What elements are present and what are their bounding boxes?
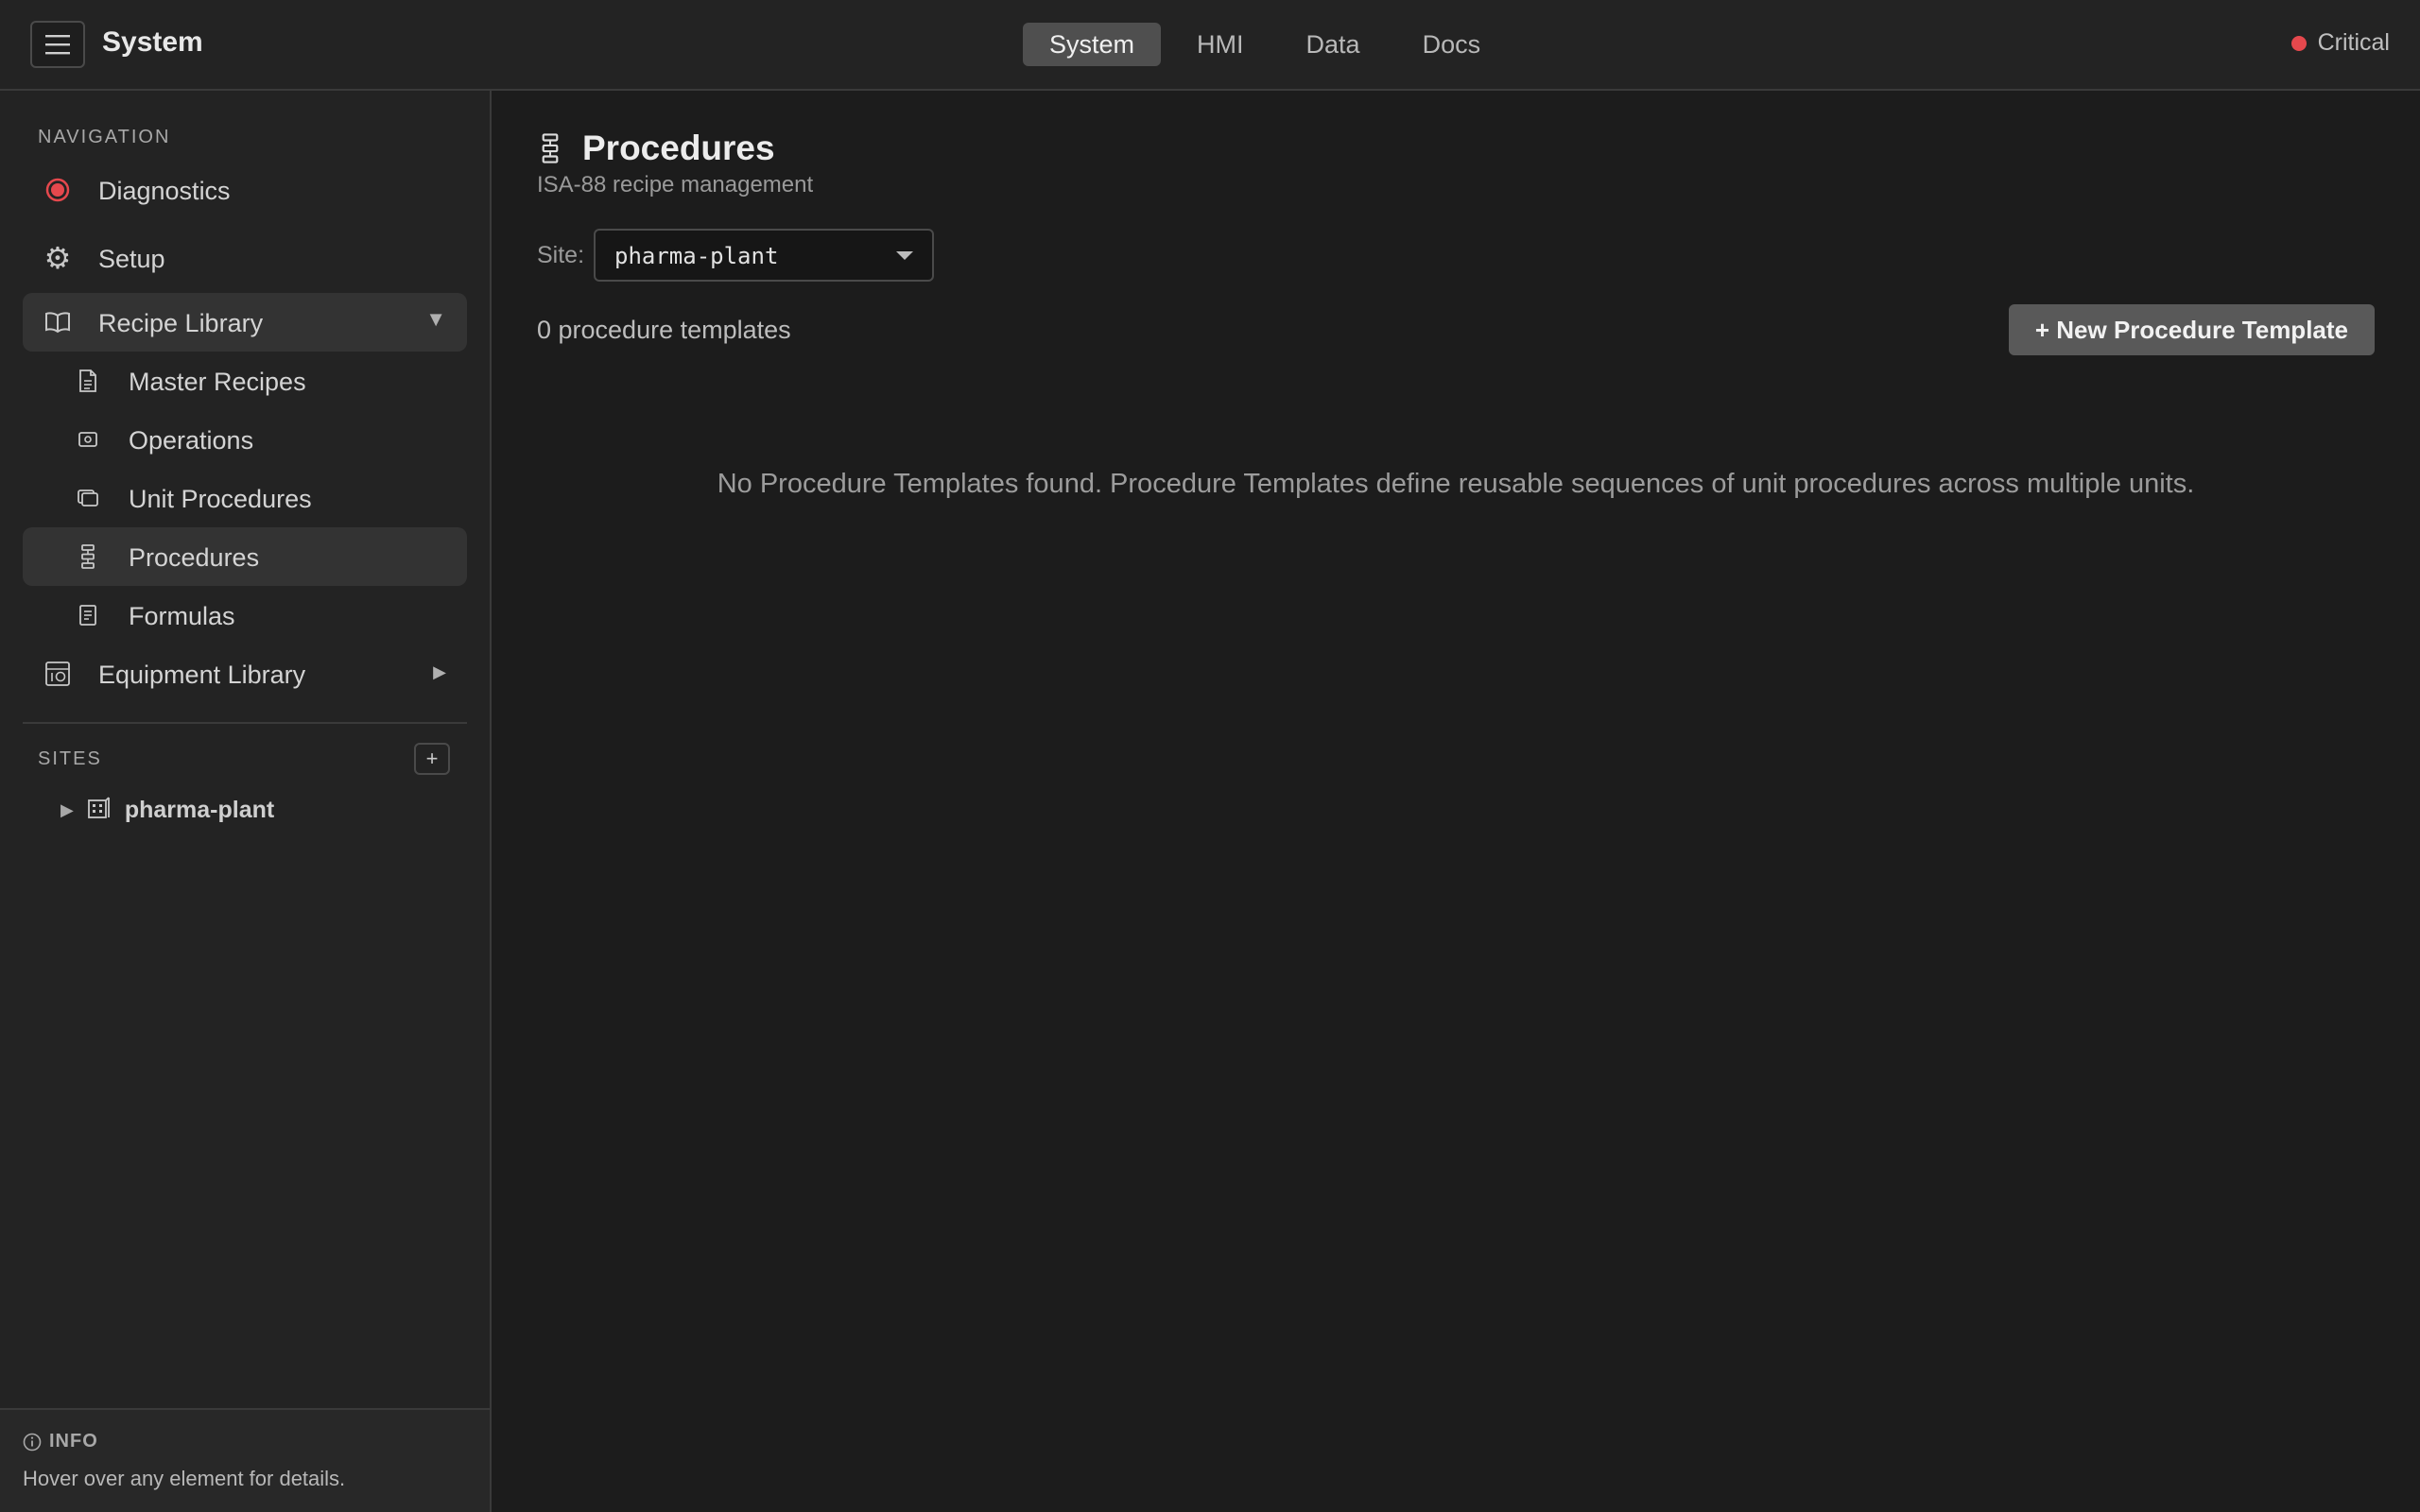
hamburger-icon	[45, 35, 70, 55]
sidebar-item-equipment-library[interactable]: Equipment Library ▶	[23, 644, 467, 703]
diagnostics-icon	[43, 176, 72, 204]
document-icon	[74, 367, 102, 395]
system-status[interactable]: Critical	[2290, 29, 2390, 57]
site-select[interactable]: pharma-plant	[594, 229, 934, 282]
page-title: Procedures	[582, 129, 775, 167]
info-panel: INFO Hover over any element for details.	[0, 1408, 490, 1512]
sidebar-item-unit-procedures[interactable]: Unit Procedures	[23, 469, 467, 527]
status-label: Critical	[2317, 29, 2390, 56]
site-name: pharma-plant	[124, 796, 275, 823]
sidebar-item-label: Operations	[129, 426, 254, 455]
top-bar: System System HMI Data Docs Critical	[0, 0, 2420, 91]
site-select-value: pharma-plant	[614, 243, 779, 269]
formula-icon	[74, 601, 102, 629]
procedure-icon	[541, 132, 560, 169]
sites-heading: SITES	[38, 748, 102, 769]
sidebar-item-label: Unit Procedures	[129, 485, 312, 513]
site-filter-label: Site:	[537, 242, 585, 268]
navigation-heading: NAVIGATION	[38, 127, 171, 147]
status-dot-icon	[2290, 35, 2307, 51]
app-title: System	[102, 26, 203, 58]
building-icon	[87, 795, 112, 826]
info-icon	[23, 1433, 42, 1451]
tab-hmi[interactable]: HMI	[1170, 23, 1270, 66]
menu-button[interactable]	[30, 21, 85, 68]
info-heading: INFO	[23, 1431, 98, 1452]
info-text: Hover over any element for details.	[23, 1467, 346, 1490]
sidebar-item-label: Procedures	[129, 543, 260, 572]
sidebar-item-label: Equipment Library	[98, 661, 306, 689]
template-count: 0 procedure templates	[537, 316, 791, 344]
sidebar-item-label: Diagnostics	[98, 177, 231, 205]
sidebar: NAVIGATION Diagnostics ⚙ Setup Recipe Li…	[0, 91, 492, 1512]
gear-icon: ⚙	[43, 241, 72, 275]
add-site-button[interactable]: +	[414, 743, 450, 775]
sidebar-item-master-recipes[interactable]: Master Recipes	[23, 352, 467, 410]
main-content: Procedures ISA-88 recipe management Site…	[492, 91, 2420, 1512]
sidebar-item-label: Recipe Library	[98, 309, 264, 337]
chevron-right-icon[interactable]: ▶	[60, 800, 74, 820]
tab-docs[interactable]: Docs	[1396, 23, 1508, 66]
procedure-icon	[74, 542, 102, 571]
tab-system[interactable]: System	[1023, 23, 1162, 66]
book-icon	[43, 308, 72, 336]
tab-data[interactable]: Data	[1280, 23, 1387, 66]
sidebar-item-label: Formulas	[129, 602, 235, 630]
top-tabs: System HMI Data Docs	[1023, 23, 1507, 66]
info-title: INFO	[49, 1431, 98, 1452]
sidebar-item-procedures[interactable]: Procedures	[23, 527, 467, 586]
layers-icon	[74, 484, 102, 512]
chevron-right-icon: ▶	[433, 662, 446, 681]
equipment-icon	[43, 660, 72, 688]
sidebar-item-recipe-library[interactable]: Recipe Library ▼	[23, 293, 467, 352]
operation-icon	[74, 425, 102, 454]
sidebar-item-formulas[interactable]: Formulas	[23, 586, 467, 644]
new-procedure-template-button[interactable]: + New Procedure Template	[2008, 304, 2375, 355]
sidebar-item-setup[interactable]: ⚙ Setup	[23, 229, 467, 287]
sidebar-item-operations[interactable]: Operations	[23, 410, 467, 469]
sidebar-item-label: Setup	[98, 245, 165, 273]
chevron-down-icon	[896, 251, 913, 260]
empty-state-message: No Procedure Templates found. Procedure …	[717, 469, 2195, 499]
page-subtitle: ISA-88 recipe management	[537, 172, 814, 198]
sidebar-divider	[23, 722, 467, 724]
sidebar-item-diagnostics[interactable]: Diagnostics	[23, 161, 467, 219]
site-tree-item[interactable]: ▶ pharma-plant	[60, 790, 274, 830]
sidebar-item-label: Master Recipes	[129, 368, 306, 396]
chevron-down-icon: ▼	[425, 307, 446, 331]
